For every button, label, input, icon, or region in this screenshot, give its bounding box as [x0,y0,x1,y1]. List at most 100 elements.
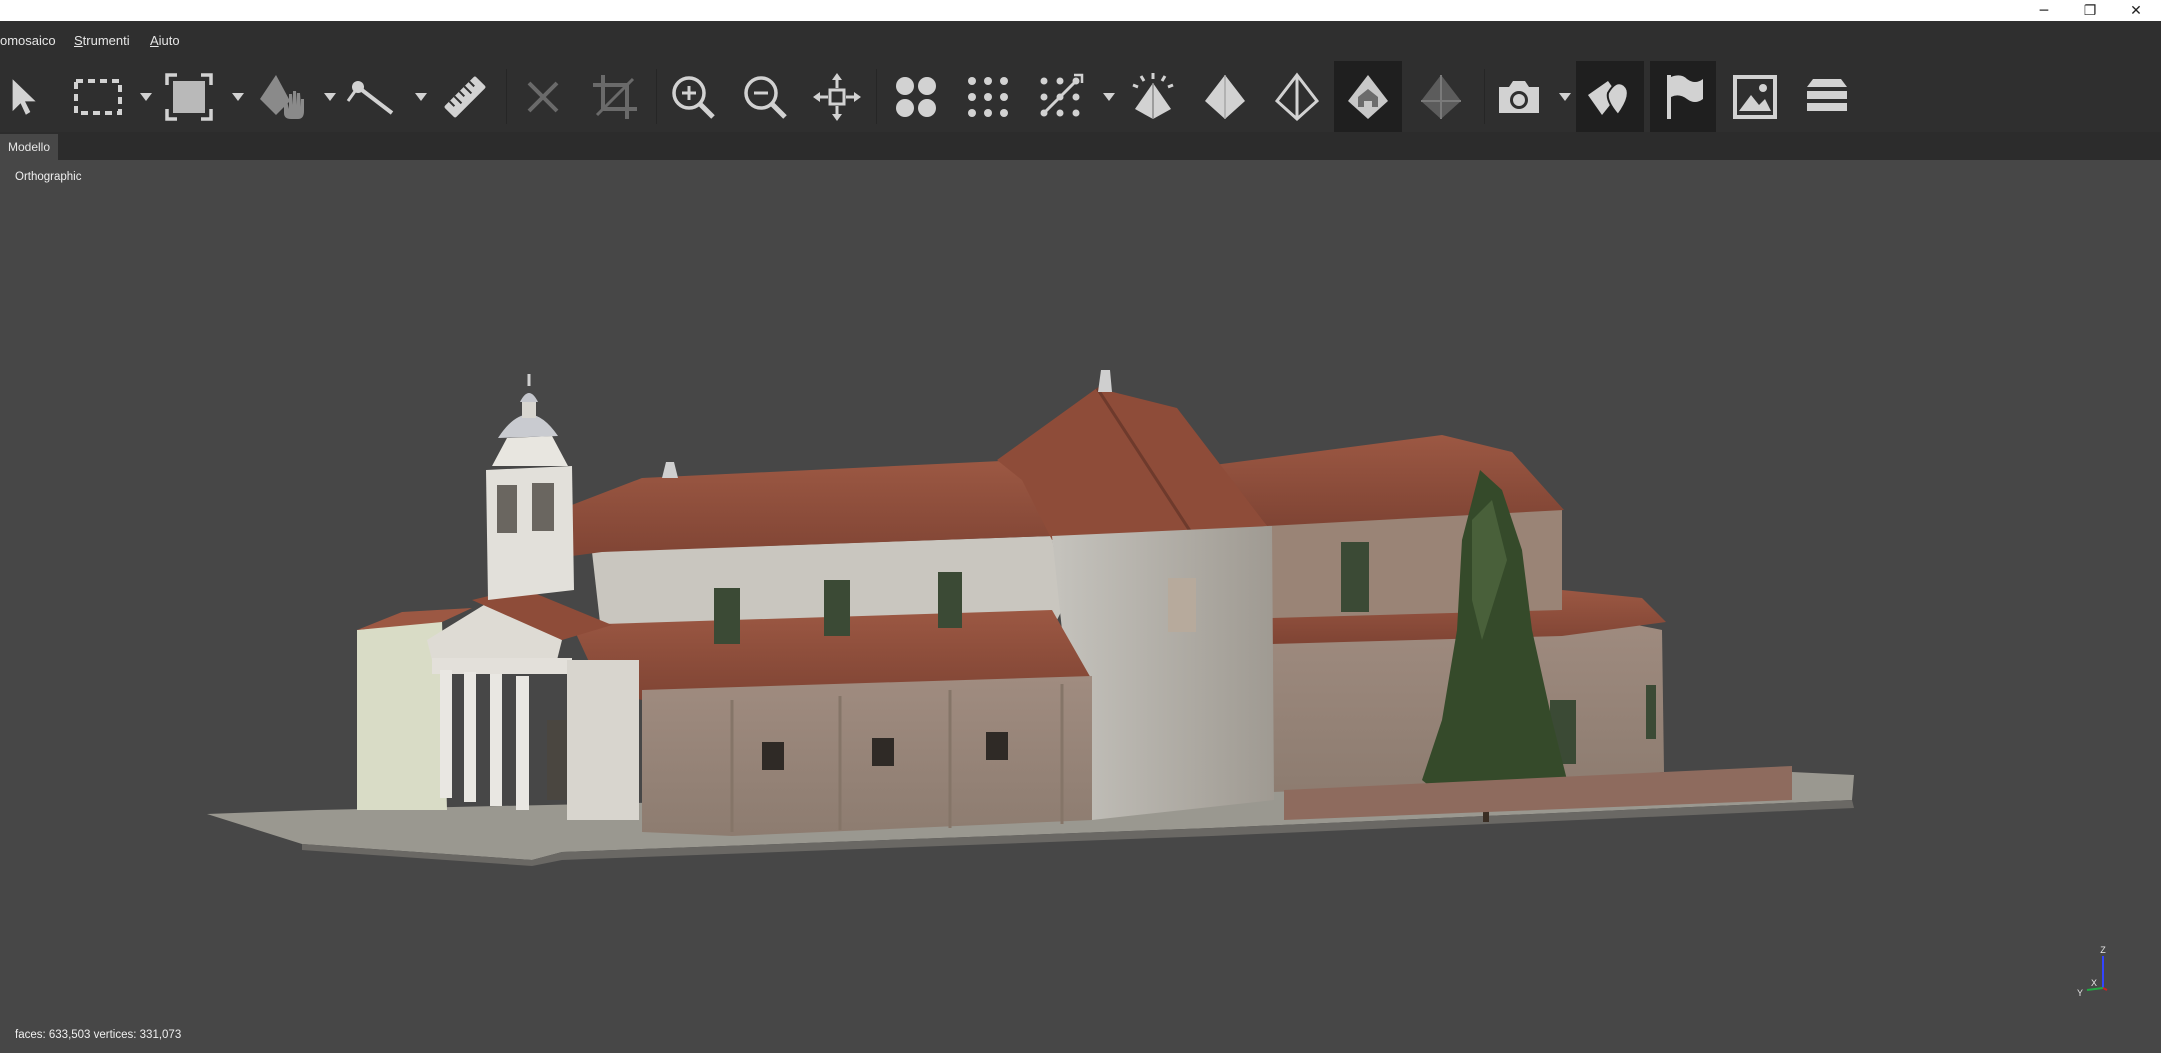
fill-select-icon [165,72,213,121]
camera-icon [1499,80,1539,113]
chevron-down-icon[interactable] [1558,91,1572,103]
reset-view-button[interactable] [808,61,866,132]
minimize-button[interactable]: ─ [2021,0,2067,21]
window [714,588,740,644]
solid-model-icon [1205,74,1245,119]
window [1646,685,1656,739]
bell-tower-dome [498,414,558,438]
column [490,674,502,806]
textured-model-button[interactable] [1334,61,1402,132]
portico [432,658,572,674]
delete-selection-button[interactable] [515,61,571,132]
model-stats: faces: 633,503 vertices: 331,073 [15,1029,182,1041]
layers-icon [1807,78,1847,111]
aisle-wall [642,676,1092,836]
chevron-down-icon[interactable] [139,91,153,103]
layers-button[interactable] [1796,61,1858,132]
flag-markers-icon [1667,74,1703,119]
toolbar-separator [506,69,507,124]
show-cameras-button[interactable] [884,61,948,132]
axis-z-label: Z [2100,945,2106,955]
dense-points-icon [1040,73,1084,116]
menu-aiuto[interactable]: Aiuto [150,33,180,48]
chevron-down-icon[interactable] [414,91,428,103]
restore-icon: ❐ [2083,2,2097,19]
show-markers-button[interactable] [1650,61,1716,132]
chevron-down-icon[interactable] [1102,91,1116,103]
column [464,672,476,802]
window [1341,542,1369,612]
restore-button[interactable]: ❐ [2067,0,2113,21]
column [440,670,452,798]
tiepoints-icon [1132,72,1174,119]
window [762,742,784,770]
wireframe-model-icon [1274,72,1320,121]
capture-view-button[interactable] [1490,61,1548,132]
window [986,732,1008,760]
axis-y-label: Y [2077,988,2083,998]
rectangle-select-icon [74,78,122,115]
zoom-in-icon [672,75,715,119]
navigation-tool-button[interactable] [250,61,314,132]
wireframe-model-button[interactable] [1266,61,1328,132]
chevron-down-icon[interactable] [231,91,245,103]
show-shapes-icon [1588,80,1629,117]
model-viewport[interactable]: Orthographic faces: 633,503 vertices: 33… [2,160,2161,1053]
select-arrow-icon [12,78,36,115]
show-tiepoints-button[interactable] [1122,61,1184,132]
crop-icon [593,74,637,119]
window [872,738,894,766]
toolbar [0,61,2161,132]
window [824,580,850,636]
cameras-icon [896,76,936,117]
polygon-hand-icon [260,74,304,119]
transept-roof [1214,435,1564,526]
close-button[interactable]: ✕ [2113,0,2159,21]
solid-model-button[interactable] [1194,61,1256,132]
measure-line-icon [346,80,394,115]
zoom-in-button[interactable] [664,61,722,132]
rectangle-select-button[interactable] [68,61,128,132]
shaded-model-icon [1421,74,1461,119]
ruler-button[interactable] [436,61,494,132]
toolbar-separator [876,69,877,124]
minimize-icon: ─ [2039,2,2049,19]
image-icon [1733,74,1777,119]
ruler-icon [444,76,486,117]
window [1168,578,1196,632]
zoom-out-icon [744,75,787,119]
fill-select-button[interactable] [158,61,220,132]
points-grid-icon [968,76,1008,117]
tab-bar: Modello [0,132,2161,160]
delete-x-icon [527,81,559,112]
measure-tool-button[interactable] [342,61,402,132]
axis-x-label: X [2091,978,2097,988]
menu-strumenti[interactable]: Strumenti [74,33,130,48]
show-shapes-button[interactable] [1576,61,1644,132]
title-bar: ─ ❐ ✕ [0,0,2161,21]
roof-statue [662,462,678,478]
crop-selection-button[interactable] [586,61,644,132]
shaded-model-button[interactable] [1410,61,1472,132]
menu-bar: omosaico Strumenti Aiuto [0,21,2161,61]
show-points-button[interactable] [956,61,1020,132]
show-images-button[interactable] [1724,61,1786,132]
app-window: ─ ❐ ✕ omosaico Strumenti Aiuto Modello O… [0,0,2161,1053]
chevron-down-icon[interactable] [323,91,337,103]
window [938,572,962,628]
toolbar-separator [1484,69,1485,124]
roof-statue [1098,370,1112,392]
projection-label: Orthographic [15,171,82,183]
show-dense-cloud-button[interactable] [1028,61,1092,132]
column [516,676,529,810]
tab-modello[interactable]: Modello [0,134,59,160]
axis-gizmo: Z Y X [2077,945,2108,998]
church-model-render [207,370,1854,866]
zoom-out-button[interactable] [736,61,794,132]
textured-model-icon [1348,74,1388,119]
toolbar-separator [656,69,657,124]
fit-view-icon [813,72,861,121]
close-icon: ✕ [2130,2,2142,19]
select-tool-button[interactable] [2,61,48,132]
menu-ortomosaico[interactable]: omosaico [0,33,56,48]
